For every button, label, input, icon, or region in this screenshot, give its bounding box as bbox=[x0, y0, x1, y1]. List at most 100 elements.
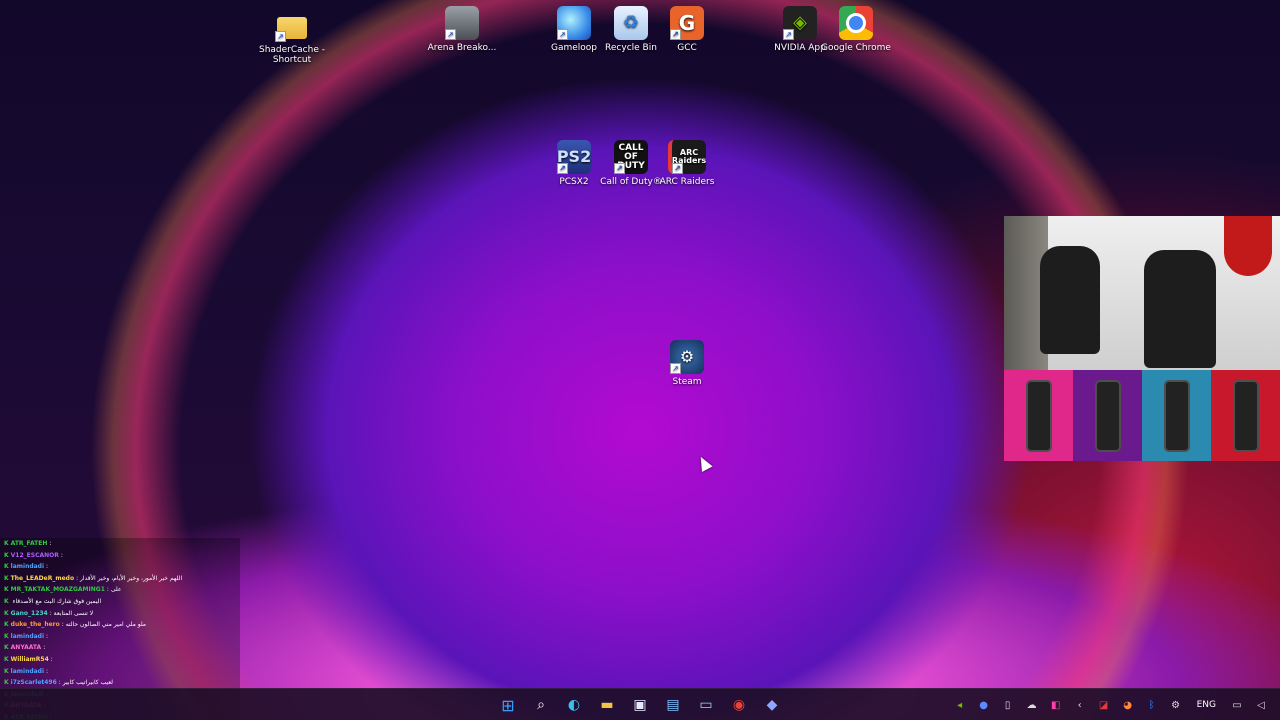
chat-text: : ملو ملي امير مني الصالون حالته bbox=[61, 621, 147, 629]
chat-badge: K bbox=[4, 609, 9, 617]
chat-badge: K bbox=[4, 597, 9, 605]
desktop-icon-label: ARC Raiders bbox=[659, 177, 715, 187]
chat-username: lamindadi bbox=[10, 563, 45, 571]
network-icon[interactable]: ▭ bbox=[1228, 696, 1246, 714]
settings-tray-icon[interactable]: ⚙ bbox=[1167, 696, 1185, 714]
chat-text: : لعيب كابيراتيب كابير bbox=[58, 679, 113, 687]
chat-username: ANYAATA bbox=[10, 644, 42, 652]
chat-username: MR_TAKTAK_MOAZGAMING1 bbox=[10, 586, 105, 594]
chat-badge: K bbox=[4, 679, 9, 687]
arena-breakout-icon: ↗ bbox=[445, 6, 479, 40]
photos-icon[interactable]: ▤ bbox=[661, 694, 685, 716]
wolf-logo bbox=[1224, 216, 1272, 276]
desktop-icon-google-chrome[interactable]: Google Chrome bbox=[821, 6, 891, 53]
app-tray-icon[interactable]: ◧ bbox=[1047, 696, 1065, 714]
chat-username: lamindadi bbox=[10, 667, 45, 675]
recycle-bin-icon: ♻ bbox=[614, 6, 648, 40]
store-icon[interactable]: ▣ bbox=[628, 694, 652, 716]
chat-badge: K bbox=[4, 551, 9, 559]
chat-message: K V12_ESCANOR: bbox=[0, 550, 240, 562]
desktop-icon-label: Arena Breako... bbox=[427, 43, 497, 53]
webcam-room bbox=[1004, 216, 1280, 370]
chat-message: Kduke_the_hero: ملو ملي امير مني الصالون… bbox=[0, 619, 240, 631]
chat-text: : bbox=[46, 667, 49, 675]
chat-badge: K bbox=[4, 621, 9, 629]
chevron-left-icon[interactable]: ‹ bbox=[1071, 696, 1089, 714]
chat-text: اليمين فوق شارك البث مع الأصدقاء bbox=[12, 597, 102, 605]
chat-badge: K bbox=[4, 667, 9, 675]
edge-icon[interactable]: ◐ bbox=[562, 694, 586, 716]
gameloop-icon: ↗ bbox=[557, 6, 591, 40]
chat-message: K اليمين فوق شارك البث مع الأصدقاء bbox=[0, 596, 240, 608]
chat-username: The_LEADeR_medo bbox=[10, 574, 75, 582]
chat-text: : bbox=[46, 632, 49, 640]
volume-icon[interactable]: ◁ bbox=[1252, 696, 1270, 714]
chat-message: K The_LEADeR_medo: اللهم خير الأمور، وخير… bbox=[0, 573, 240, 585]
chat-text: : bbox=[60, 551, 63, 559]
discord-tray-icon[interactable]: ● bbox=[975, 696, 993, 714]
bluetooth-icon[interactable]: ᛒ bbox=[1143, 696, 1161, 714]
chat-badge: K bbox=[4, 655, 9, 663]
file-explorer-icon[interactable]: ▬ bbox=[595, 694, 619, 716]
webcam-overlay bbox=[1004, 216, 1280, 461]
energy-can-pink bbox=[1004, 370, 1073, 461]
onedrive-tray-icon[interactable]: ☁ bbox=[1023, 696, 1041, 714]
chat-message: K WilliamR54: bbox=[0, 654, 240, 666]
chat-message: Klamindadi: bbox=[0, 631, 240, 643]
chat-text: : اللهم خير الأمور، وخير الأيام، وخير ال… bbox=[76, 574, 183, 582]
pcsx2-icon: PS2 ↗ bbox=[557, 140, 591, 174]
taskbar: ⊞ ⌕ ◐ ▬ ▣ ▤ ▭ ◉ ◆ ◂ ● ▯ ☁ ◧ ‹ ◪ ◕ ᛒ ⚙ EN… bbox=[0, 688, 1280, 720]
energy-can-purple bbox=[1073, 370, 1142, 461]
desktop-icon-shadercache[interactable]: ↗ ShaderCache - Shortcut bbox=[257, 8, 327, 65]
chat-message: K Gano_1234: لا تنسى المتابعة bbox=[0, 608, 240, 620]
steam-icon: ⚙ ↗ bbox=[670, 340, 704, 374]
chat-text: : لا تنسى المتابعة bbox=[49, 609, 94, 617]
pcsx2-icon[interactable]: ◆ bbox=[760, 694, 784, 716]
desktop-icon-label: ShaderCache - Shortcut bbox=[259, 45, 325, 65]
desktop-icon-steam[interactable]: ⚙ ↗ Steam bbox=[652, 340, 722, 387]
chat-message: K MR_TAKTAK_MOAZGAMING1: على bbox=[0, 584, 240, 596]
chat-badge: K bbox=[4, 540, 9, 547]
chat-message: Klamindadi: bbox=[0, 666, 240, 678]
chat-username: i7zScarlet496 bbox=[10, 679, 57, 687]
media-tray-icon[interactable]: ◕ bbox=[1119, 696, 1137, 714]
arc-raiders-icon: ARC Raiders ↗ bbox=[668, 140, 706, 174]
usb-tray-icon[interactable]: ▯ bbox=[999, 696, 1017, 714]
amd-tray-icon[interactable]: ◪ bbox=[1095, 696, 1113, 714]
chrome-icon bbox=[839, 6, 873, 40]
chat-message: KANYAATA: bbox=[0, 642, 240, 654]
nvidia-icon: ◈ ↗ bbox=[783, 6, 817, 40]
gcc-icon: G ↗ bbox=[670, 6, 704, 40]
chat-text: : bbox=[46, 563, 49, 571]
chat-message: Ki7zScarlet496: لعيب كابيراتيب كابير bbox=[0, 677, 240, 689]
chat-badge: K bbox=[4, 586, 9, 594]
chat-badge: K bbox=[4, 644, 9, 652]
chat-username: duke_the_hero bbox=[10, 621, 60, 629]
chat-badge: K bbox=[4, 574, 9, 582]
desktop-icon-label: Google Chrome bbox=[821, 43, 891, 53]
chrome-icon[interactable]: ◉ bbox=[727, 694, 751, 716]
desktop-icon-gcc[interactable]: G ↗ GCC bbox=[652, 6, 722, 53]
screenshot-icon[interactable]: ▭ bbox=[694, 694, 718, 716]
taskbar-pinned-apps: ⊞ ⌕ ◐ ▬ ▣ ▤ ▭ ◉ ◆ bbox=[496, 694, 784, 716]
chat-text: : bbox=[43, 644, 46, 652]
chat-badge: K bbox=[4, 563, 9, 571]
desktop-icon-arc-raiders[interactable]: ARC Raiders ↗ ARC Raiders bbox=[652, 140, 722, 187]
desktop-icon-label: GCC bbox=[677, 43, 697, 53]
windows-start-icon[interactable]: ⊞ bbox=[496, 694, 520, 716]
energy-can-red bbox=[1211, 370, 1280, 461]
search-icon[interactable]: ⌕ bbox=[529, 694, 553, 716]
nvidia-tray-icon[interactable]: ◂ bbox=[951, 696, 969, 714]
chat-message: Klamindadi: bbox=[0, 561, 240, 573]
chat-badge: K bbox=[4, 632, 9, 640]
language-indicator[interactable]: ENG bbox=[1197, 700, 1216, 710]
chat-username: lamindadi bbox=[10, 632, 45, 640]
chat-message: KATR_FATEH: bbox=[0, 538, 240, 550]
chat-text: : bbox=[49, 540, 52, 547]
gaming-chair bbox=[1144, 250, 1216, 368]
desktop-icon-arena-breakout[interactable]: ↗ Arena Breako... bbox=[427, 6, 497, 53]
system-tray: ◂ ● ▯ ☁ ◧ ‹ ◪ ◕ ᛒ ⚙ ENG ▭ ◁ bbox=[951, 689, 1280, 720]
call-of-duty-icon: CALL OF DUTY ↗ bbox=[614, 140, 648, 174]
folder-icon: ↗ bbox=[275, 8, 309, 42]
chat-username: WilliamR54 bbox=[10, 655, 49, 663]
